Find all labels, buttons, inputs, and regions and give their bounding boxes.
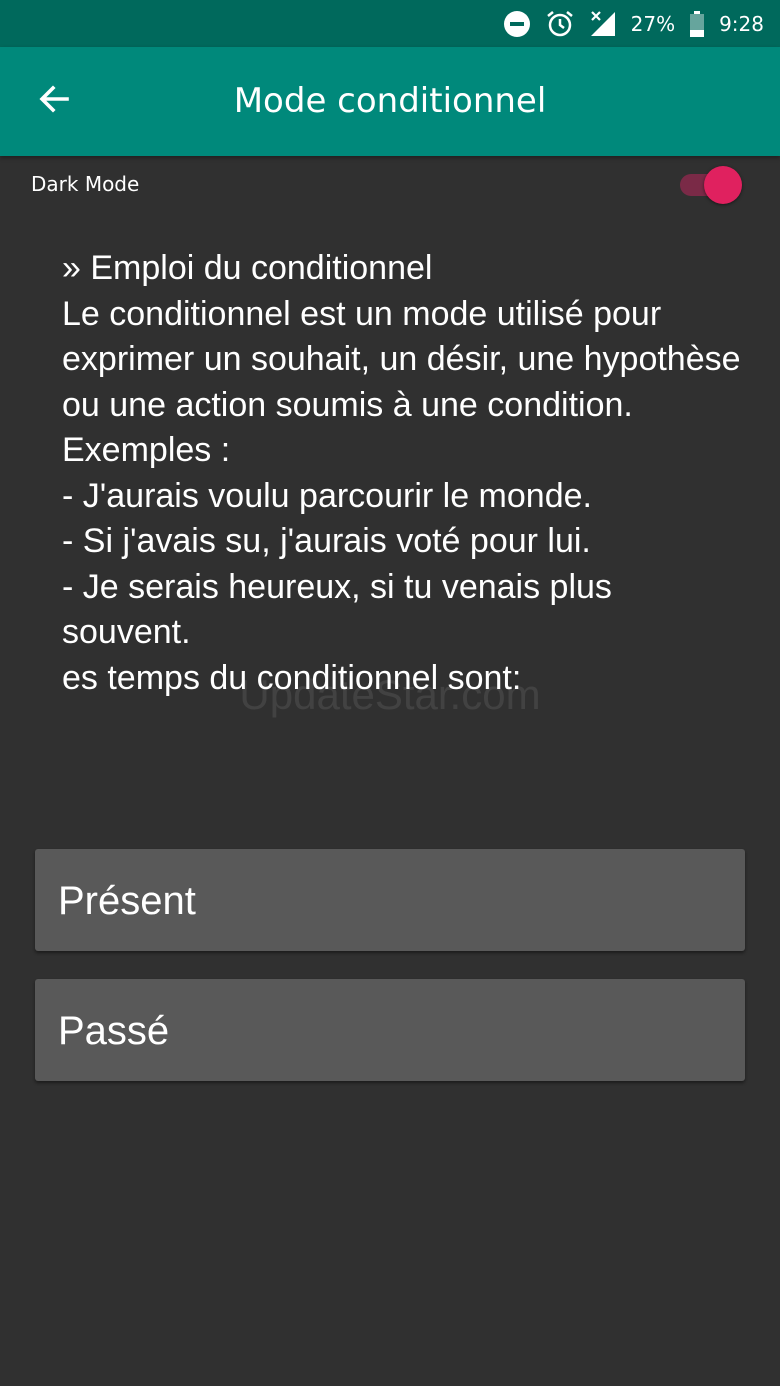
battery-icon — [689, 10, 705, 38]
present-tense-button[interactable]: Présent — [35, 849, 745, 951]
past-tense-label: Passé — [58, 1009, 170, 1053]
clock-time: 9:28 — [719, 11, 764, 36]
page-title: Mode conditionnel — [233, 81, 547, 121]
toggle-thumb — [704, 166, 742, 204]
past-tense-button[interactable]: Passé — [35, 979, 745, 1081]
present-tense-label: Présent — [58, 879, 196, 923]
battery-percent: 27% — [630, 11, 676, 36]
dark-mode-toggle[interactable] — [676, 163, 746, 204]
status-icons: 27% 9:28 — [503, 0, 764, 47]
conditional-explanation-text: » Emploi du conditionnel Le conditionnel… — [62, 249, 741, 697]
dark-mode-row: Dark Mode — [0, 156, 780, 212]
status-bar: 27% 9:28 — [0, 0, 780, 47]
app-bar: Mode conditionnel — [0, 47, 780, 156]
do-not-disturb-icon — [503, 10, 531, 38]
dark-mode-label: Dark Mode — [31, 172, 140, 196]
alarm-icon — [545, 9, 575, 39]
no-signal-icon — [589, 10, 617, 38]
